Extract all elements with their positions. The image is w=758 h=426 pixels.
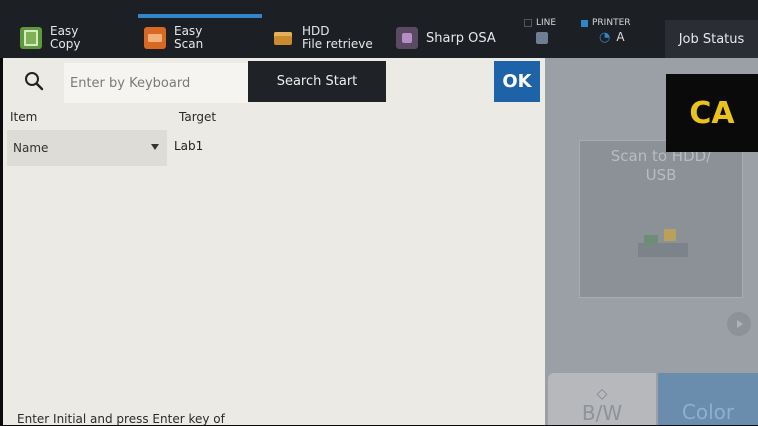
hdd-file-retrieve-button[interactable]: HDD File retrieve (272, 22, 373, 54)
top-bar: Easy Copy Easy Scan HDD File retrieve Sh… (0, 0, 758, 58)
color-mode-button[interactable]: Color (658, 373, 758, 425)
fax-line-icon (536, 32, 548, 44)
scan-to-hdd-usb-card[interactable]: Scan to HDD/ USB (579, 140, 743, 298)
job-status-button[interactable]: Job Status (665, 20, 758, 58)
hdd-folder-icon (272, 27, 294, 49)
search-row: Search Start OK (3, 58, 545, 106)
chevron-down-icon (151, 144, 159, 150)
active-tab-indicator (138, 14, 262, 18)
copy-icon (20, 27, 42, 49)
scan-icon (144, 27, 166, 49)
easy-scan-button[interactable]: Easy Scan (144, 22, 203, 54)
item-column-header: Item (10, 110, 38, 124)
line-indicator-icon (524, 19, 532, 27)
ok-button[interactable]: OK (494, 61, 540, 102)
bw-mode-icon: ◇ (596, 386, 608, 402)
printer-glyph: A (616, 29, 625, 44)
bw-mode-label: B/W (581, 401, 623, 425)
search-icon[interactable] (23, 70, 45, 92)
easy-copy-label: Easy Copy (50, 24, 81, 51)
address-search-panel: Search Start OK Item Target Name Lab1 En… (3, 58, 545, 426)
target-value: Lab1 (174, 139, 204, 153)
printer-indicator-icon (581, 19, 588, 27)
easy-scan-label: Easy Scan (174, 24, 204, 51)
easy-copy-button[interactable]: Easy Copy (20, 22, 80, 54)
color-mode-label: Color (681, 400, 735, 424)
printer-status: PRINTER ◔ A (581, 18, 631, 45)
line-status: LINE (524, 18, 556, 44)
line-label: LINE (536, 18, 557, 28)
item-dropdown[interactable]: Name (7, 130, 167, 166)
search-start-button[interactable]: Search Start (248, 61, 386, 102)
osa-icon (396, 27, 418, 49)
next-arrow-icon[interactable] (727, 312, 751, 336)
scan-illustration-icon (638, 229, 688, 257)
sharp-osa-label: Sharp OSA (426, 30, 496, 46)
target-column-header: Target (179, 110, 217, 124)
hdd-file-retrieve-label: HDD File retrieve (302, 24, 373, 51)
sharp-osa-button[interactable]: Sharp OSA (396, 22, 496, 54)
item-dropdown-value: Name (13, 141, 49, 155)
bw-mode-button[interactable]: ◇ B/W (548, 373, 656, 425)
clear-all-button[interactable]: CA (666, 74, 758, 152)
instruction-text: Enter Initial and press Enter key of (17, 412, 225, 426)
scan-to-hdd-usb-label: Scan to HDD/ USB (610, 147, 712, 184)
wifi-icon: ◔ (599, 30, 611, 45)
printer-label: PRINTER (592, 18, 631, 28)
keyboard-search-input[interactable] (64, 63, 248, 103)
